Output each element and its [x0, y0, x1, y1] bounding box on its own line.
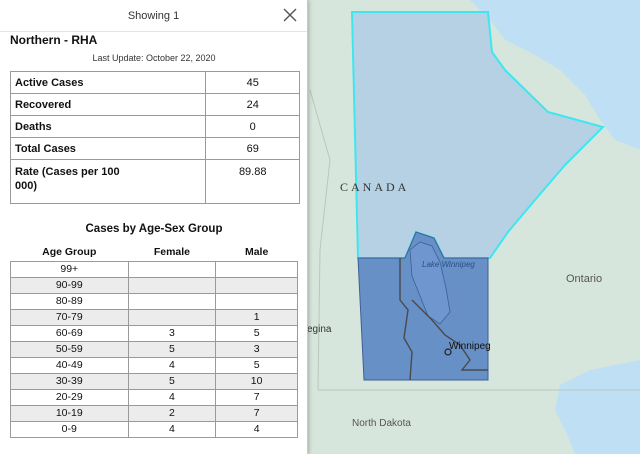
age-group-cell: 50-59 — [10, 340, 129, 358]
stats-table: Active Cases 45 Recovered 24 Deaths 0 To… — [9, 71, 300, 204]
age-table-header: Age Group Female Male — [11, 243, 298, 261]
table-row: 80-89 — [10, 292, 298, 310]
popup-header: Showing 1 — [0, 0, 307, 32]
stats-row: Rate (Cases per 100 000) 89.88 — [9, 159, 300, 204]
stat-label: Total Cases — [9, 137, 207, 160]
stat-label: Rate (Cases per 100 000) — [9, 159, 207, 204]
close-icon[interactable] — [281, 6, 299, 24]
male-count-cell — [215, 292, 298, 310]
stat-label: Recovered — [9, 93, 207, 116]
female-count-cell: 5 — [127, 372, 217, 390]
female-count-cell — [127, 308, 217, 326]
table-row: 0-9 4 4 — [10, 420, 298, 438]
table-row: 70-79 1 — [10, 308, 298, 326]
stats-row: Recovered 24 — [9, 93, 300, 116]
male-count-cell: 1 — [215, 308, 298, 326]
table-row: 10-19 2 7 — [10, 404, 298, 422]
male-count-cell — [215, 276, 298, 294]
table-row: 40-49 4 5 — [10, 356, 298, 374]
age-group-cell: 10-19 — [10, 404, 129, 422]
age-group-cell: 30-39 — [10, 372, 129, 390]
age-group-cell: 20-29 — [10, 388, 129, 406]
table-row: 20-29 4 7 — [10, 388, 298, 406]
table-row: 90-99 — [10, 276, 298, 294]
header-female: Female — [153, 245, 190, 258]
stat-value: 45 — [205, 71, 300, 94]
female-count-cell: 4 — [127, 356, 217, 374]
age-group-cell: 99+ — [10, 260, 129, 278]
female-count-cell: 2 — [127, 404, 217, 422]
stats-row: Deaths 0 — [9, 115, 300, 138]
age-group-cell: 60-69 — [10, 324, 129, 342]
male-count-cell: 7 — [215, 388, 298, 406]
male-count-cell: 5 — [215, 324, 298, 342]
stats-row: Active Cases 45 — [9, 71, 300, 94]
male-count-cell: 3 — [215, 340, 298, 358]
ontario-label: Ontario — [566, 273, 603, 285]
age-group-cell: 70-79 — [10, 308, 129, 326]
age-group-cell: 40-49 — [10, 356, 129, 374]
age-group-cell: 80-89 — [10, 292, 129, 310]
age-table-body: 99+ 90-99 80-89 70-79 1 60-69 3 5 50-59 5 3 40-49 4 5… — [10, 260, 298, 438]
header-age-group: Age Group — [42, 245, 97, 258]
stat-value: 0 — [205, 115, 300, 138]
stat-value: 24 — [205, 93, 300, 116]
table-row: 60-69 3 5 — [10, 324, 298, 342]
female-count-cell: 3 — [127, 324, 217, 342]
stat-label: Active Cases — [9, 71, 207, 94]
stat-value: 89.88 — [205, 159, 300, 204]
male-count-cell — [215, 260, 298, 278]
female-count-cell — [127, 292, 217, 310]
female-count-cell: 5 — [127, 340, 217, 358]
stat-value: 69 — [205, 137, 300, 160]
male-count-cell: 7 — [215, 404, 298, 422]
female-count-cell — [127, 260, 217, 278]
age-group-cell: 0-9 — [10, 420, 129, 438]
male-count-cell: 10 — [215, 372, 298, 390]
table-row: 30-39 5 10 — [10, 372, 298, 390]
table-row: 50-59 5 3 — [10, 340, 298, 358]
male-count-cell: 4 — [215, 420, 298, 438]
male-count-cell: 5 — [215, 356, 298, 374]
female-count-cell: 4 — [127, 388, 217, 406]
age-sex-table: Age Group Female Male 99+ 90-99 80-89 70-79… — [10, 243, 298, 438]
stat-label: Deaths — [9, 115, 207, 138]
city-label: Winnipeg — [449, 341, 491, 352]
age-table-title: Cases by Age-Sex Group — [85, 223, 223, 235]
header-male: Male — [244, 245, 269, 258]
north-dakota-label: North Dakota — [352, 418, 411, 429]
feature-popup: Showing 1 Northern - RHA Last Update: Oc… — [0, 0, 308, 454]
regina-label: egina — [307, 324, 332, 335]
lake-label: Lake Winnipeg — [422, 260, 475, 269]
female-count-cell: 4 — [127, 420, 217, 438]
last-update: Last Update: October 22, 2020 — [92, 53, 216, 63]
close-button[interactable] — [281, 6, 299, 24]
female-count-cell — [127, 276, 217, 294]
region-title: Northern - RHA — [10, 33, 98, 47]
age-group-cell: 90-99 — [10, 276, 129, 294]
country-label: CANADA — [340, 180, 410, 194]
showing-count: Showing 1 — [127, 10, 180, 22]
table-row: 99+ — [10, 260, 298, 278]
stats-row: Total Cases 69 — [9, 137, 300, 160]
